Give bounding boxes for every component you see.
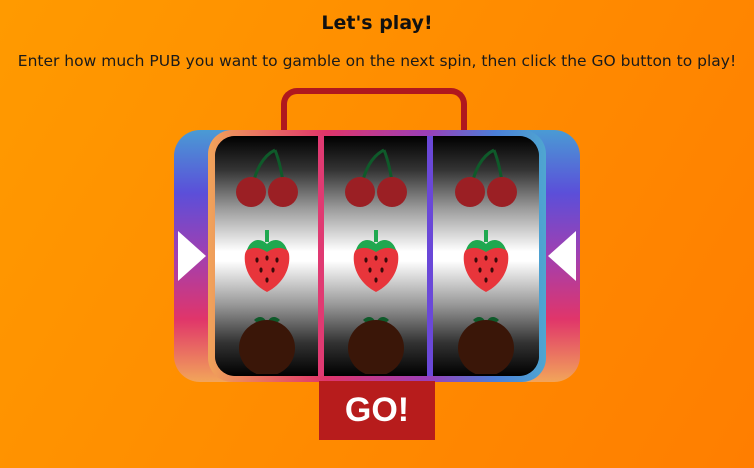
instructions-text: Enter how much PUB you want to gamble on… xyxy=(17,52,737,70)
cherry-icon xyxy=(455,148,517,207)
strawberry-icon xyxy=(244,230,289,292)
coconut-icon xyxy=(347,317,404,374)
payline-arrow-right xyxy=(548,231,576,281)
coconut-icon xyxy=(458,317,514,374)
reel-1 xyxy=(215,136,318,376)
coconut-icon xyxy=(238,317,295,374)
reel-2 xyxy=(324,136,427,376)
page-title: Let's play! xyxy=(321,12,433,34)
go-button[interactable]: GO! xyxy=(319,381,435,440)
strawberry-icon xyxy=(463,230,509,292)
strawberry-icon xyxy=(353,230,398,292)
cherry-icon xyxy=(235,148,298,207)
reel-window xyxy=(215,136,539,376)
payline-arrow-left xyxy=(178,231,206,281)
reel-3 xyxy=(433,136,539,376)
cherry-icon xyxy=(344,148,407,207)
